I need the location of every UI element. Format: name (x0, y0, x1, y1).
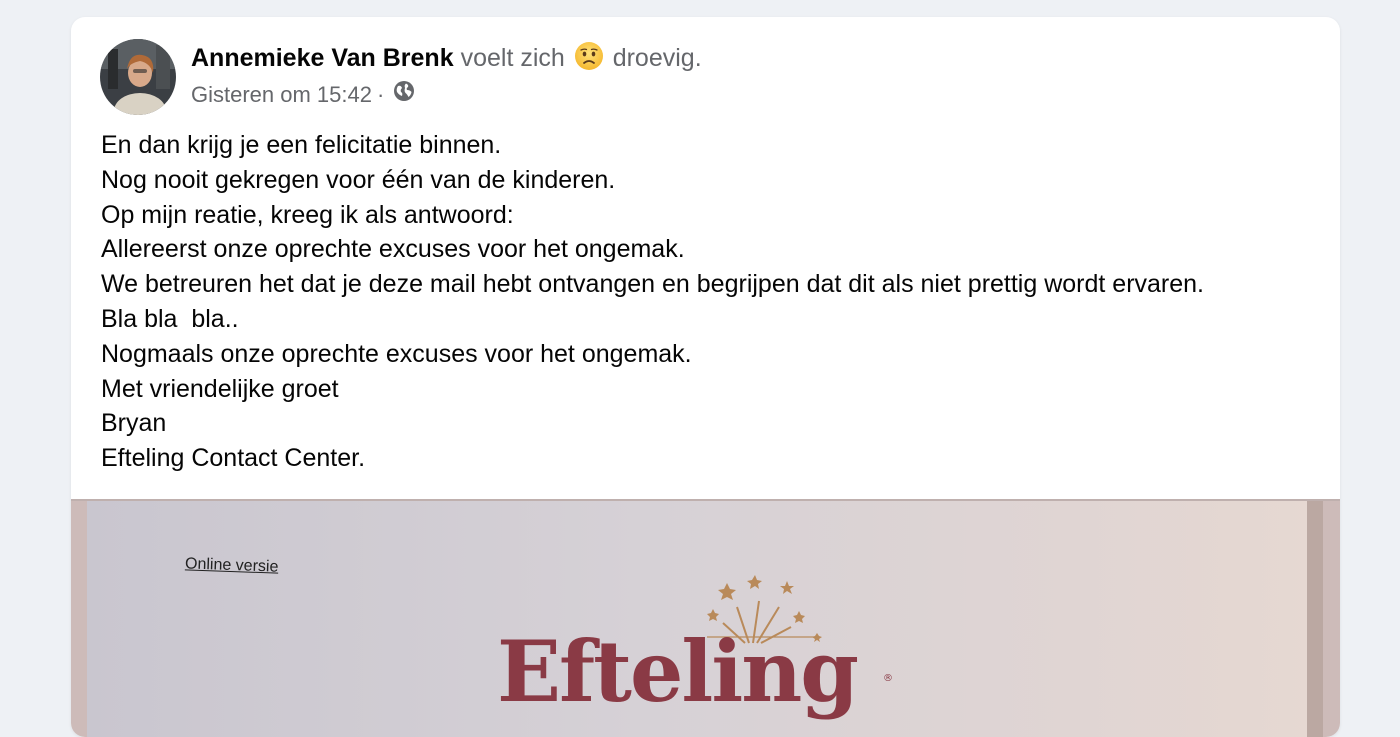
post-line: Nogmaals onze oprechte excuses voor het … (101, 339, 692, 368)
post-timestamp[interactable]: Gisteren om 15:42 (191, 80, 372, 110)
feeling-prefix: voelt zich (460, 44, 565, 72)
efteling-logo: Efteling ® (497, 575, 893, 721)
svg-text:®: ® (883, 673, 893, 684)
efteling-logo-text: Efteling (497, 622, 857, 721)
post-line: Bla bla bla.. (101, 304, 239, 333)
post-line: Nog nooit gekregen voor één van de kinde… (101, 165, 616, 194)
post-line: Bryan (101, 409, 167, 438)
avatar[interactable] (100, 39, 176, 115)
post-line: Allereerst onze oprechte excuses voor he… (101, 235, 685, 264)
sad-face-icon (574, 41, 604, 80)
author-name[interactable]: Annemieke Van Brenk (191, 44, 454, 72)
email-printout: Online versie Efteling ® (87, 501, 1323, 737)
globe-icon[interactable] (393, 80, 415, 110)
post-subtitle-line: Gisteren om 15:42 · (191, 80, 702, 110)
post-line: We betreuren het dat je deze mail hebt o… (101, 270, 1205, 299)
separator-dot: · (376, 82, 385, 107)
post-line: Met vriendelijke groet (101, 374, 339, 403)
post-meta: Annemieke Van Brenk voelt zich droevig. … (191, 41, 702, 110)
paper-edge (1307, 501, 1323, 737)
online-version-link: Online versie (184, 555, 279, 576)
post-line: Efteling Contact Center. (101, 444, 366, 473)
post-header: Annemieke Van Brenk voelt zich droevig. … (100, 39, 702, 115)
post-line: En dan krijg je een felicitatie binnen. (101, 131, 502, 159)
post-photo[interactable]: Online versie Efteling ® (71, 499, 1340, 737)
post-title-line: Annemieke Van Brenk voelt zich droevig. (191, 41, 702, 80)
post-body: En dan krijg je een felicitatie binnen. … (101, 128, 1321, 476)
post-line: Op mijn reatie, kreeg ik als antwoord: (101, 200, 514, 229)
feeling-label: droevig. (612, 44, 702, 72)
post-card: Annemieke Van Brenk voelt zich droevig. … (71, 17, 1340, 737)
